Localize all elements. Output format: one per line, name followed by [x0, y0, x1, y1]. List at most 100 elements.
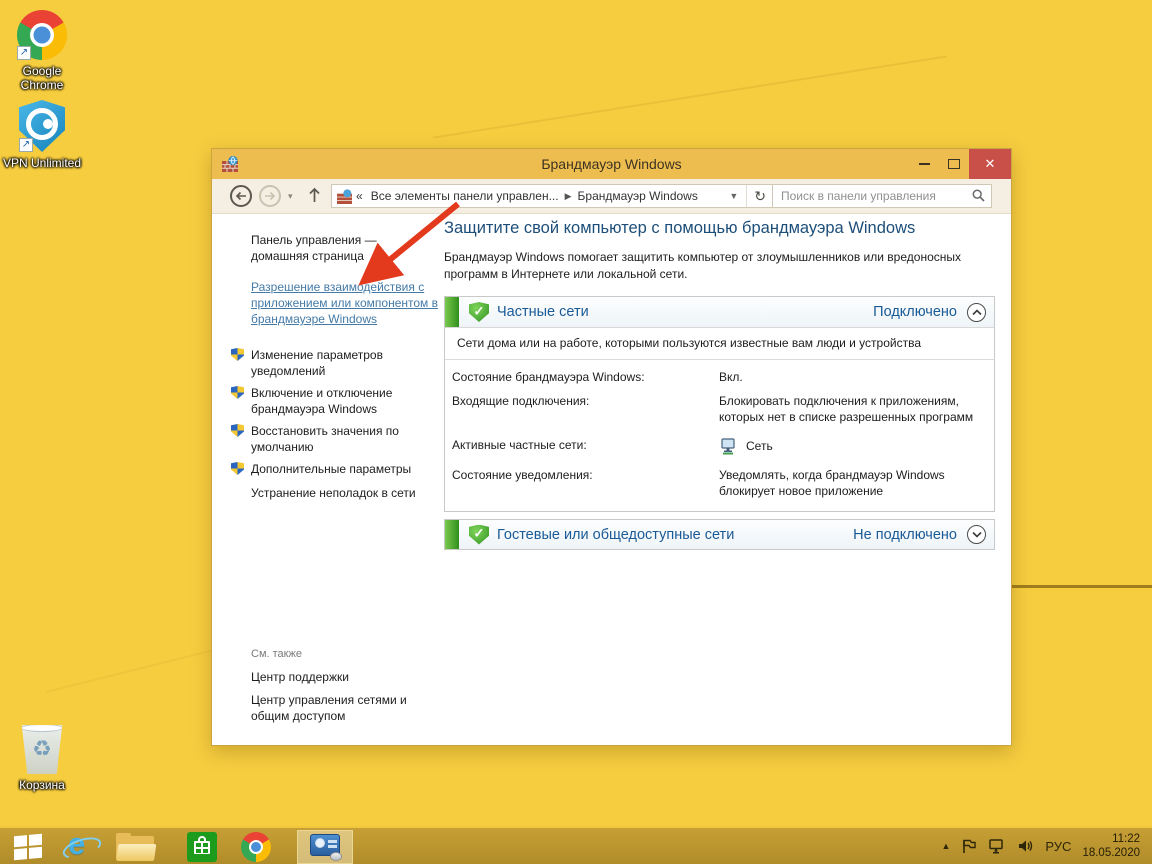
address-bar[interactable]: « Все элементы панели управлен... ▶ Бран…: [331, 184, 774, 208]
window-title: Брандмауэр Windows: [212, 156, 1011, 172]
start-button[interactable]: [10, 831, 46, 863]
desktop-icon-vpn[interactable]: ↗ VPN Unlimited: [0, 100, 84, 170]
system-tray: ▲ РУС 11:22 18.05.2020: [941, 828, 1152, 864]
desktop-icon-chrome[interactable]: ↗ Google Chrome: [0, 10, 84, 92]
control-panel-icon: [308, 833, 342, 861]
shortcut-arrow-icon: ↗: [17, 46, 31, 60]
sidebar-item-network-center[interactable]: Центр управления сетями и общим доступом: [251, 692, 431, 724]
detail-value: Блокировать подключения к приложениям, к…: [719, 393, 981, 425]
shortcut-arrow-icon: ↗: [19, 138, 33, 152]
taskbar-clock[interactable]: 11:22 18.05.2020: [1082, 832, 1140, 860]
back-button[interactable]: [230, 185, 252, 207]
detail-label: Состояние уведомления:: [452, 467, 719, 499]
network-name: Сеть: [746, 438, 773, 454]
sidebar-item-troubleshoot[interactable]: Устранение неполадок в сети: [251, 485, 436, 501]
detail-value: Вкл.: [719, 369, 981, 385]
section-title: Частные сети: [497, 304, 873, 320]
connection-status: Не подключено: [853, 527, 957, 543]
action-center-flag-icon[interactable]: [961, 838, 977, 854]
expand-section-button[interactable]: [967, 525, 986, 544]
detail-value: Уведомлять, когда брандмауэр Windows бло…: [719, 467, 981, 499]
windows-logo-icon: [14, 834, 42, 860]
chrome-icon: [241, 832, 271, 862]
chevron-up-icon: [972, 309, 982, 316]
taskbar-item-windows-store[interactable]: [182, 831, 222, 863]
forward-button[interactable]: [259, 185, 281, 207]
navigation-bar: ▾ « Все элементы панели управлен... ▶ Бр…: [212, 179, 1011, 214]
internet-explorer-icon: e: [63, 832, 97, 862]
uac-shield-icon: [231, 386, 244, 399]
recent-pages-dropdown[interactable]: ▾: [288, 191, 293, 202]
section-description: Сети дома или на работе, которыми пользу…: [445, 328, 994, 360]
green-shield-check-icon: [469, 302, 489, 322]
detail-row: Состояние уведомления: Уведомлять, когда…: [452, 467, 984, 499]
search-icon[interactable]: [972, 189, 985, 202]
up-button[interactable]: [308, 187, 321, 208]
detail-label: Состояние брандмауэра Windows:: [452, 369, 719, 385]
show-hidden-icons-button[interactable]: ▲: [941, 841, 950, 851]
taskbar-item-chrome[interactable]: [236, 831, 276, 863]
page-title: Защитите свой компьютер с помощью брандм…: [444, 219, 989, 238]
collapse-section-button[interactable]: [967, 303, 986, 322]
breadcrumb-parent[interactable]: Все элементы панели управлен...: [367, 189, 563, 203]
detail-row: Активные частные сети: Сеть: [452, 437, 984, 455]
taskbar: e ▲ РУС: [0, 826, 1152, 864]
desktop-icon-label: VPN Unlimited: [0, 156, 84, 170]
uac-shield-icon: [231, 348, 244, 361]
desktop-icon-label: Корзина: [0, 778, 84, 792]
taskbar-item-file-explorer[interactable]: [112, 831, 160, 863]
uac-shield-icon: [231, 462, 244, 475]
clock-date: 18.05.2020: [1082, 846, 1140, 860]
section-details: Состояние брандмауэра Windows: Вкл. Вход…: [445, 360, 994, 509]
minimize-button[interactable]: [909, 149, 939, 179]
section-accent-bar: [445, 520, 459, 549]
firewall-window: Брандмауэр Windows ✕ ▾: [211, 148, 1012, 746]
breadcrumb-separator-icon[interactable]: ▶: [563, 191, 574, 202]
green-shield-check-icon: [469, 525, 489, 545]
breadcrumb-current[interactable]: Брандмауэр Windows: [574, 189, 702, 203]
private-networks-header[interactable]: Частные сети Подключено: [445, 297, 994, 328]
page-intro: Брандмауэр Windows помогает защитить ком…: [444, 249, 969, 283]
back-arrow-icon: [235, 191, 247, 201]
sidebar-item-notification-settings[interactable]: Изменение параметров уведомлений: [251, 347, 436, 379]
detail-label: Активные частные сети:: [452, 437, 719, 455]
taskbar-item-control-panel-active[interactable]: [297, 830, 353, 864]
title-bar[interactable]: Брандмауэр Windows ✕: [212, 149, 1011, 179]
private-networks-section: Частные сети Подключено Сети дома или на…: [444, 296, 995, 512]
taskbar-item-internet-explorer[interactable]: e: [60, 831, 100, 863]
recycle-symbol: ♻: [32, 736, 52, 762]
wallpaper-crease: [1004, 585, 1152, 588]
firewall-icon: [222, 156, 238, 172]
sidebar-item-restore-defaults[interactable]: Восстановить значения по умолчанию: [251, 423, 436, 455]
breadcrumb-overflow[interactable]: «: [352, 189, 367, 203]
detail-row: Состояние брандмауэра Windows: Вкл.: [452, 369, 984, 385]
close-button[interactable]: ✕: [969, 149, 1011, 179]
file-explorer-icon: [116, 833, 156, 861]
sidebar-item-support-center[interactable]: Центр поддержки: [251, 669, 436, 685]
section-accent-bar: [445, 297, 459, 327]
detail-label: Входящие подключения:: [452, 393, 719, 425]
search-container: [772, 184, 992, 208]
address-dropdown-icon[interactable]: ▼: [721, 185, 747, 207]
language-indicator[interactable]: РУС: [1045, 839, 1071, 854]
up-arrow-icon: [308, 187, 321, 203]
sidebar-item-advanced-settings[interactable]: Дополнительные параметры: [251, 461, 436, 477]
sidebar-item-turn-on-off[interactable]: Включение и отключение брандмауэра Windo…: [251, 385, 436, 417]
desktop-icon-label: Google Chrome: [0, 64, 84, 92]
see-also-label: См. также: [251, 646, 302, 662]
sidebar-item-home[interactable]: Панель управления — домашняя страница: [251, 232, 436, 264]
desktop-icon-recycle-bin[interactable]: ♻ Корзина: [0, 722, 84, 792]
sidebar-link-allow-app[interactable]: Разрешение взаимодействия с приложением …: [251, 279, 441, 327]
search-input[interactable]: [772, 184, 992, 208]
network-icon: [719, 437, 737, 455]
windows-store-icon: [187, 832, 217, 862]
network-tray-icon[interactable]: [988, 838, 1006, 854]
firewall-icon: [337, 189, 352, 204]
chevron-down-icon: [972, 531, 982, 538]
clock-time: 11:22: [1082, 832, 1140, 846]
refresh-icon[interactable]: ↻: [747, 188, 773, 205]
detail-row: Входящие подключения: Блокировать подклю…: [452, 393, 984, 425]
public-networks-header[interactable]: Гостевые или общедоступные сети Не подкл…: [445, 520, 994, 549]
volume-icon[interactable]: [1017, 838, 1034, 854]
maximize-button[interactable]: [939, 149, 969, 179]
